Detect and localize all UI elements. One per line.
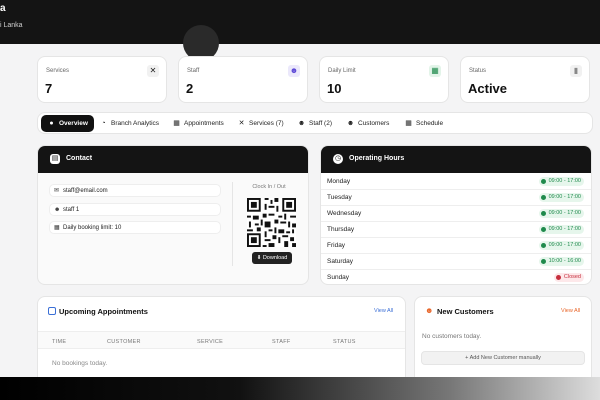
appointments-empty-text: No bookings today.	[52, 360, 108, 367]
column-header-staff: STAFF	[272, 339, 291, 345]
people-icon: ☻	[297, 120, 306, 127]
stat-value: 2	[186, 81, 194, 96]
calendar-icon: ▦	[429, 65, 441, 77]
hours-row-monday: Monday 09:00 - 17:00	[321, 174, 591, 190]
hours-row-sunday: Sunday Closed	[321, 270, 591, 286]
customers-empty-text: No customers today.	[422, 333, 482, 340]
contact-title: Contact	[66, 155, 93, 162]
stat-label: Staff	[187, 68, 200, 74]
pie-chart-icon: ◔	[101, 120, 106, 127]
stat-card-daily-limit: Daily Limit 10 ▦	[319, 56, 449, 103]
qr-section: Clock In / Out ⬇ Download	[232, 182, 304, 266]
new-customers-title: New Customers	[437, 307, 494, 316]
open-badge: 09:00 - 17:00	[538, 209, 584, 218]
tab-appointments[interactable]: ▦ Appointments	[168, 115, 228, 132]
check-circle-icon: ●	[49, 120, 54, 127]
calendar-icon: ▦	[173, 120, 180, 127]
calendar-icon: ▦	[405, 120, 412, 127]
mail-icon: ✉	[54, 188, 60, 194]
calendar-icon	[48, 307, 56, 315]
stat-value: 10	[327, 81, 342, 96]
contact-booking-limit: ▦ Daily booking limit: 10	[49, 221, 221, 234]
hours-row-friday: Friday 09:00 - 17:00	[321, 238, 591, 254]
hours-row-wednesday: Wednesday 09:00 - 17:00	[321, 206, 591, 222]
hours-row-saturday: Saturday 10:00 - 16:00	[321, 254, 591, 270]
customers-view-all-link[interactable]: View All	[561, 308, 580, 314]
stat-card-staff: Staff 2 ☻	[178, 56, 308, 103]
stat-label: Daily Limit	[328, 68, 356, 74]
qr-code-icon	[247, 198, 296, 247]
stat-label: Status	[469, 68, 487, 74]
hours-row-tuesday: Tuesday 09:00 - 17:00	[321, 190, 591, 206]
operating-hours-title: Operating Hours	[349, 155, 405, 162]
download-button[interactable]: ⬇ Download	[252, 252, 292, 264]
qr-label: Clock In / Out	[252, 184, 286, 190]
stat-value: 7	[45, 81, 53, 96]
stat-card-services: Services 7 ✕	[37, 56, 167, 103]
open-badge: 09:00 - 17:00	[538, 225, 584, 234]
calendar-icon: ▦	[54, 225, 60, 231]
signal-icon: ▮	[570, 65, 582, 77]
branch-location: i Lanka	[0, 22, 23, 29]
appointments-title: Upcoming Appointments	[59, 307, 148, 316]
people-icon: ☻	[288, 65, 300, 77]
tab-customers[interactable]: ☻ Customers	[342, 115, 393, 132]
tools-icon: ✕	[147, 65, 159, 77]
tab-schedule[interactable]: ▦ Schedule	[400, 115, 447, 132]
column-header-time: TIME	[52, 339, 67, 345]
contact-email: ✉ staff@email.com	[49, 184, 221, 197]
hours-row-thursday: Thursday 09:00 - 17:00	[321, 222, 591, 238]
stat-label: Services	[46, 68, 70, 74]
clock-icon: ◷	[333, 154, 343, 164]
column-header-status: STATUS	[333, 339, 356, 345]
tab-branch-analytics[interactable]: ◔ Branch Analytics	[95, 115, 163, 132]
tab-bar: ● Overview ◔ Branch Analytics ▦ Appointment…	[37, 112, 593, 134]
tab-staff[interactable]: ☻ Staff (2)	[293, 115, 336, 132]
contact-card-header: ▤ Contact	[38, 146, 308, 173]
stat-card-status: Status Active ▮	[460, 56, 590, 103]
column-header-customer: CUSTOMER	[107, 339, 141, 345]
tab-services[interactable]: ✕ Services (7)	[233, 115, 288, 132]
users-icon: ☻	[346, 120, 355, 127]
tab-overview[interactable]: ● Overview	[41, 115, 94, 132]
user-icon: ☻	[54, 207, 61, 213]
open-badge: 09:00 - 17:00	[538, 193, 584, 202]
stat-value: Active	[468, 81, 508, 96]
closed-badge: Closed	[553, 273, 584, 282]
open-badge: 09:00 - 17:00	[538, 241, 584, 250]
users-icon: ☻	[425, 306, 434, 315]
contact-icon: ▤	[50, 154, 60, 164]
brand-name: a	[0, 3, 6, 14]
bottom-strip	[0, 377, 600, 400]
open-badge: 10:00 - 16:00	[538, 257, 584, 266]
appointments-view-all-link[interactable]: View All	[374, 308, 393, 314]
add-customer-button[interactable]: + Add New Customer manually	[421, 351, 585, 365]
operating-hours-header: ◷ Operating Hours	[321, 146, 591, 173]
contact-name: ☻ staff 1	[49, 203, 221, 216]
open-badge: 09:00 - 17:00	[538, 177, 584, 186]
tools-icon: ✕	[238, 120, 245, 127]
top-header: a i Lanka	[0, 0, 600, 61]
column-header-service: SERVICE	[197, 339, 224, 345]
